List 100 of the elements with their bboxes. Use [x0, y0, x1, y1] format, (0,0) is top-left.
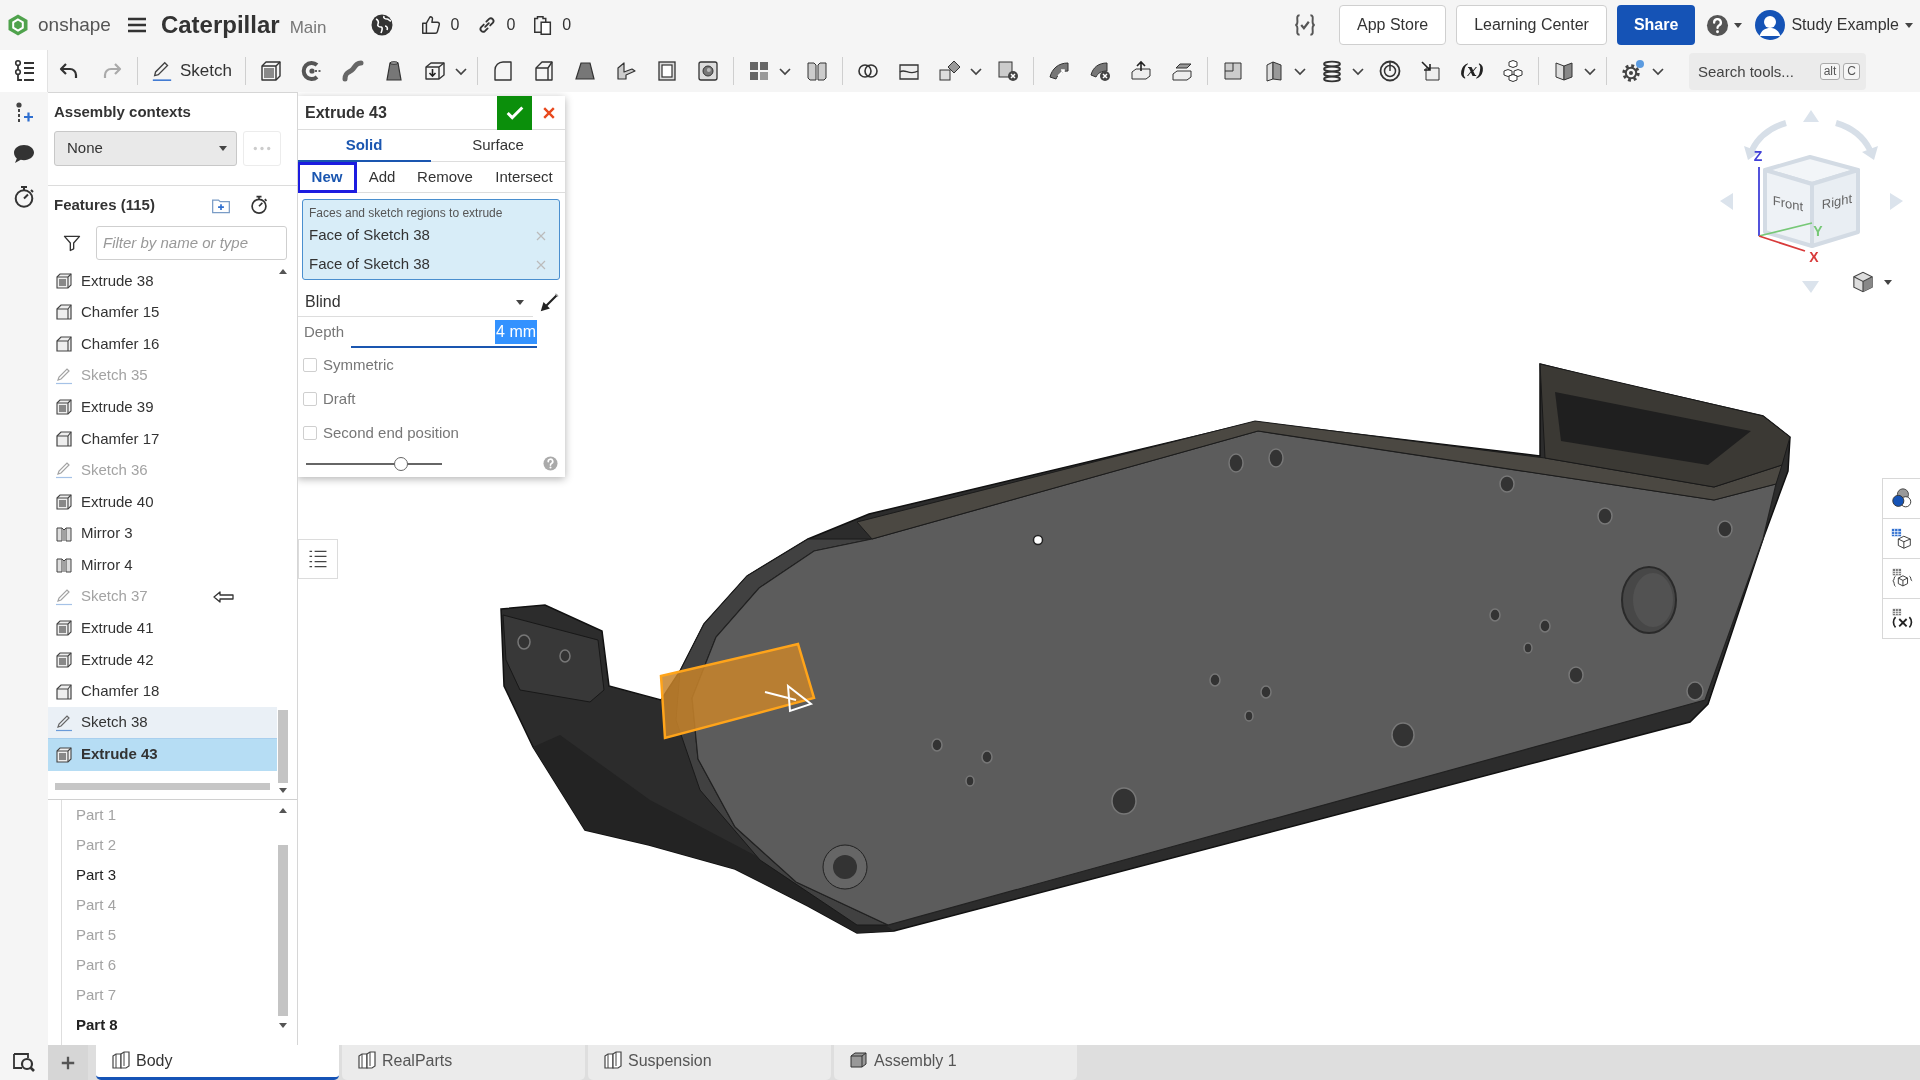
beveled-box-icon[interactable]	[532, 59, 556, 83]
stacked-hexagons-icon[interactable]	[1501, 59, 1525, 83]
user-avatar-icon[interactable]	[1755, 10, 1786, 40]
tab[interactable]: Surface	[431, 130, 565, 162]
feature-item[interactable]: Chamfer 18	[48, 675, 277, 708]
open-book-icon[interactable]	[1552, 59, 1576, 83]
dial-circle-icon[interactable]	[1378, 59, 1402, 83]
feature-item[interactable]: Extrude 43	[48, 738, 277, 771]
horizontal-scrollbar[interactable]	[55, 783, 270, 790]
feature-item[interactable]: Extrude 40	[48, 486, 277, 518]
selection-item[interactable]: Face of Sketch 38	[303, 250, 559, 279]
scrollbar-thumb[interactable]	[278, 710, 288, 783]
header-button[interactable]: App Store	[1339, 5, 1447, 45]
selection-item[interactable]: Face of Sketch 38	[303, 221, 559, 250]
rounded-box-icon[interactable]	[491, 59, 515, 83]
tray-arrow-icon[interactable]	[1129, 59, 1153, 83]
curved-pipe-icon[interactable]	[341, 59, 365, 83]
stopwatch-icon[interactable]	[249, 195, 269, 215]
checkbox[interactable]	[303, 392, 317, 406]
scroll-up-icon[interactable]	[278, 267, 288, 275]
tab[interactable]: Suspension	[588, 1045, 831, 1080]
box-arrow-in-icon[interactable]	[1419, 59, 1443, 83]
feature-item[interactable]: Extrude 39	[48, 391, 277, 423]
hollow-box-icon[interactable]	[655, 59, 679, 83]
feature-item[interactable]: Chamfer 17	[48, 422, 277, 455]
assembly-context-dropdown[interactable]: None	[54, 131, 237, 166]
axis-label: X	[1809, 249, 1819, 265]
end-type-dropdown[interactable]: Blind	[298, 288, 533, 317]
feature-item[interactable]: Mirror 3	[48, 517, 277, 550]
feature-item[interactable]: Extrude 38	[48, 265, 277, 297]
braces-check-icon[interactable]	[1292, 12, 1318, 38]
feature-tree-button[interactable]	[0, 50, 48, 92]
tab[interactable]: Solid	[298, 130, 431, 162]
mirrored-blocks-icon	[55, 524, 73, 543]
menu-icon[interactable]	[126, 17, 147, 33]
feature-item[interactable]: Chamfer 15	[48, 296, 277, 329]
filter-field[interactable]: Filter by name or type	[96, 225, 287, 260]
header-button[interactable]: Learning Center	[1456, 5, 1607, 45]
cube-face-label: Front	[1772, 192, 1804, 215]
feature-item[interactable]: Extrude 41	[48, 612, 277, 645]
slider-thumb[interactable]	[394, 456, 409, 471]
box-diamond-icon[interactable]	[938, 59, 962, 83]
feature-item[interactable]: Chamfer 16	[48, 328, 277, 360]
part-item[interactable]: Part 3	[62, 860, 277, 890]
operation-option[interactable]: Intersect	[483, 161, 565, 193]
speech-bubble-icon[interactable]	[12, 142, 36, 166]
confirm-button[interactable]	[497, 95, 532, 130]
feature-item[interactable]: Sketch 38	[48, 707, 277, 739]
link-counter[interactable]: 0	[476, 13, 516, 37]
settings-icon[interactable]	[1620, 59, 1644, 83]
logo-icon[interactable]	[6, 13, 30, 37]
primary-button[interactable]: Share	[1616, 5, 1696, 45]
user-menu[interactable]: Study Example	[1791, 13, 1914, 37]
diagonal-arrow-icon[interactable]	[538, 291, 560, 314]
branch-name: Main	[289, 17, 327, 40]
grid-squares-icon[interactable]	[747, 59, 771, 83]
search-icon[interactable]	[12, 1050, 36, 1074]
scrollbar-thumb[interactable]	[278, 845, 288, 1016]
box-delete-icon[interactable]	[996, 59, 1020, 83]
box-hole-icon[interactable]	[696, 59, 720, 83]
wedge-icon[interactable]	[573, 59, 597, 83]
feature-item[interactable]: Extrude 42	[48, 644, 277, 676]
operation-option[interactable]: New	[298, 161, 357, 193]
scroll-down-icon[interactable]	[278, 787, 288, 795]
surface-delete-icon[interactable]	[1088, 59, 1112, 83]
checkbox[interactable]	[303, 358, 317, 372]
copy-counter[interactable]: 0	[532, 13, 572, 37]
mirrored-blocks-icon[interactable]	[805, 59, 829, 83]
tab[interactable]: Assembly 1	[834, 1045, 1077, 1080]
globe-icon[interactable]	[370, 13, 395, 37]
feature-item[interactable]: Mirror 4	[48, 549, 277, 581]
coil-icon[interactable]	[1320, 59, 1344, 83]
tab[interactable]: Body	[96, 1045, 339, 1080]
scroll-up-icon[interactable]	[278, 806, 288, 814]
operation-option[interactable]: Add	[357, 161, 407, 193]
box-icon[interactable]	[259, 59, 283, 83]
shaded-box-icon	[55, 745, 73, 764]
add-tab-button[interactable]	[48, 1045, 88, 1080]
checkbox[interactable]	[303, 426, 317, 440]
scroll-down-icon[interactable]	[278, 1022, 288, 1030]
part-item[interactable]: Part 8	[62, 1010, 277, 1040]
ring-arc-icon[interactable]	[300, 59, 324, 83]
box-arrow-icon[interactable]	[423, 59, 447, 83]
caret-icon[interactable]	[1883, 278, 1893, 286]
caret-icon[interactable]	[1733, 21, 1744, 29]
grid-cube-icon[interactable]	[1889, 526, 1914, 551]
tab[interactable]: RealParts	[342, 1045, 585, 1080]
axis-label: Z	[1753, 148, 1763, 164]
shaded-box-icon	[55, 619, 73, 638]
variable-button[interactable]: (x)	[1456, 55, 1488, 87]
selection-box[interactable]: Faces and sketch regions to extrude Face of Sketch 38 Face of Sketch 38	[302, 199, 560, 280]
help-icon[interactable]	[1706, 13, 1730, 37]
square-plane-icon[interactable]	[1221, 59, 1245, 83]
operation-option[interactable]: Remove	[407, 161, 483, 193]
like-counter[interactable]: 0	[420, 13, 460, 37]
shaded-cube-icon[interactable]	[1851, 270, 1875, 294]
list-toggle-button[interactable]	[298, 539, 338, 579]
curved-surface-arrow-icon[interactable]	[1047, 59, 1071, 83]
sketch-button[interactable]: Sketch	[147, 55, 236, 87]
stopwatch-icon[interactable]	[12, 185, 36, 209]
